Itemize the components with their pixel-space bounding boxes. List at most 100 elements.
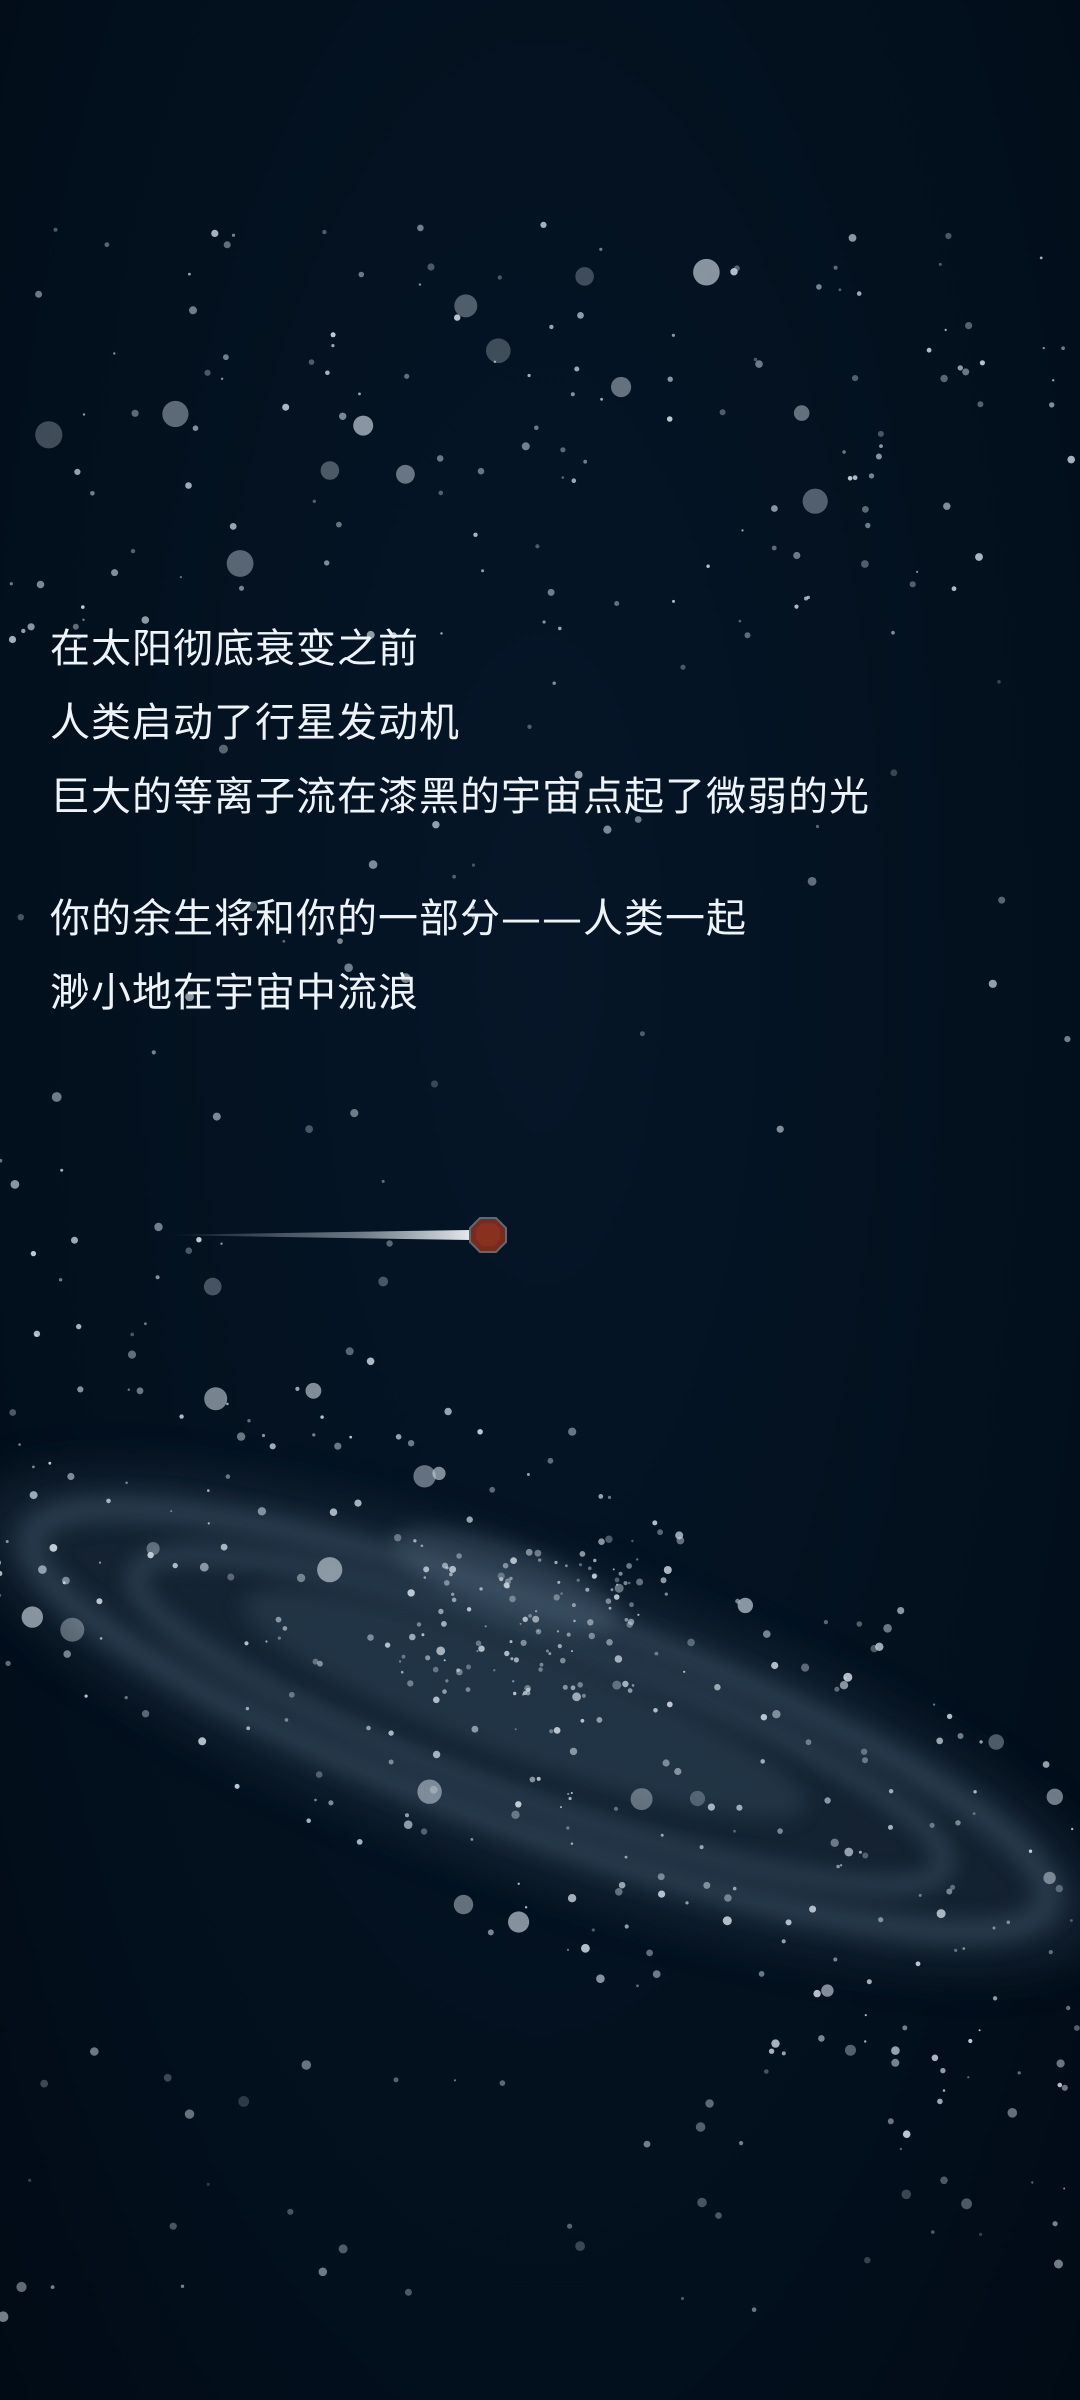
star bbox=[526, 1473, 530, 1476]
star bbox=[28, 2178, 32, 2182]
star bbox=[484, 1625, 487, 1628]
star bbox=[529, 1776, 536, 1783]
star bbox=[53, 227, 58, 232]
star bbox=[236, 1432, 246, 1441]
star bbox=[581, 1943, 590, 1953]
star bbox=[627, 1581, 631, 1585]
star bbox=[918, 1893, 922, 1897]
star bbox=[244, 1641, 249, 1646]
star bbox=[180, 2284, 185, 2288]
star bbox=[657, 1873, 665, 1881]
star bbox=[581, 1693, 587, 1698]
star bbox=[965, 322, 973, 330]
star bbox=[96, 1598, 103, 1605]
star bbox=[185, 1247, 193, 1254]
star bbox=[569, 1747, 578, 1756]
star bbox=[113, 352, 116, 355]
star bbox=[433, 1696, 440, 1704]
star bbox=[10, 1180, 20, 1189]
star bbox=[538, 1558, 542, 1562]
star bbox=[643, 2140, 651, 2148]
star bbox=[444, 1580, 450, 1586]
star bbox=[305, 1125, 313, 1133]
star bbox=[35, 421, 63, 449]
star bbox=[536, 1776, 541, 1781]
star bbox=[499, 1577, 504, 1582]
star bbox=[598, 1494, 604, 1499]
star bbox=[60, 1168, 64, 1172]
star bbox=[760, 1759, 765, 1764]
star bbox=[77, 1386, 84, 1393]
star bbox=[706, 564, 710, 568]
star bbox=[32, 1465, 35, 1469]
star bbox=[942, 2089, 946, 2092]
star bbox=[580, 1718, 585, 1723]
star bbox=[588, 1566, 592, 1571]
star bbox=[478, 1645, 485, 1652]
star bbox=[933, 1703, 936, 1706]
star bbox=[1017, 2071, 1021, 2075]
star bbox=[566, 1948, 570, 1951]
star bbox=[320, 1415, 324, 1419]
star bbox=[824, 1797, 831, 1804]
star bbox=[277, 1636, 281, 1640]
star bbox=[163, 2073, 172, 2082]
star bbox=[5, 1660, 11, 1667]
star bbox=[818, 2035, 825, 2042]
star bbox=[522, 1693, 525, 1696]
star bbox=[356, 1839, 363, 1845]
star bbox=[99, 1637, 103, 1640]
star bbox=[763, 1630, 771, 1638]
star bbox=[124, 1696, 128, 1700]
star bbox=[400, 1670, 404, 1674]
star bbox=[27, 623, 35, 631]
star bbox=[652, 1970, 661, 1978]
star bbox=[220, 377, 224, 380]
star bbox=[967, 2076, 970, 2079]
star bbox=[567, 2223, 573, 2229]
star bbox=[598, 1538, 605, 1545]
star bbox=[535, 544, 540, 549]
star bbox=[49, 1544, 58, 1552]
star bbox=[622, 1680, 629, 1688]
star bbox=[328, 1800, 334, 1806]
star bbox=[247, 1419, 251, 1423]
star bbox=[1007, 2108, 1018, 2118]
star bbox=[1063, 2187, 1066, 2190]
star bbox=[737, 1597, 753, 1614]
star bbox=[596, 1974, 605, 1983]
star bbox=[781, 2051, 786, 2056]
star bbox=[479, 1587, 483, 1591]
star bbox=[950, 1884, 956, 1890]
star bbox=[719, 409, 726, 416]
star bbox=[172, 1562, 178, 1569]
star bbox=[860, 1748, 868, 1755]
red-planet-icon bbox=[469, 1217, 507, 1253]
star bbox=[421, 1633, 425, 1637]
star bbox=[877, 430, 884, 437]
star bbox=[968, 2038, 973, 2044]
star bbox=[862, 506, 869, 513]
star bbox=[257, 1507, 267, 1516]
star bbox=[576, 1578, 580, 1582]
star bbox=[127, 1388, 130, 1391]
star bbox=[888, 1789, 894, 1794]
star bbox=[35, 290, 43, 298]
star bbox=[562, 1684, 568, 1690]
star bbox=[613, 1806, 619, 1811]
star bbox=[577, 1682, 583, 1688]
star bbox=[1057, 2082, 1063, 2088]
star bbox=[689, 1790, 706, 1807]
star bbox=[878, 1917, 884, 1923]
star bbox=[957, 1733, 964, 1739]
star bbox=[477, 467, 485, 475]
star bbox=[476, 1650, 479, 1653]
star bbox=[1070, 1919, 1073, 1922]
starfield bbox=[0, 221, 1080, 2322]
star bbox=[802, 488, 828, 514]
star bbox=[735, 1598, 740, 1604]
star bbox=[393, 2077, 399, 2083]
star bbox=[593, 1558, 597, 1563]
star bbox=[517, 1882, 520, 1886]
star bbox=[325, 370, 330, 376]
